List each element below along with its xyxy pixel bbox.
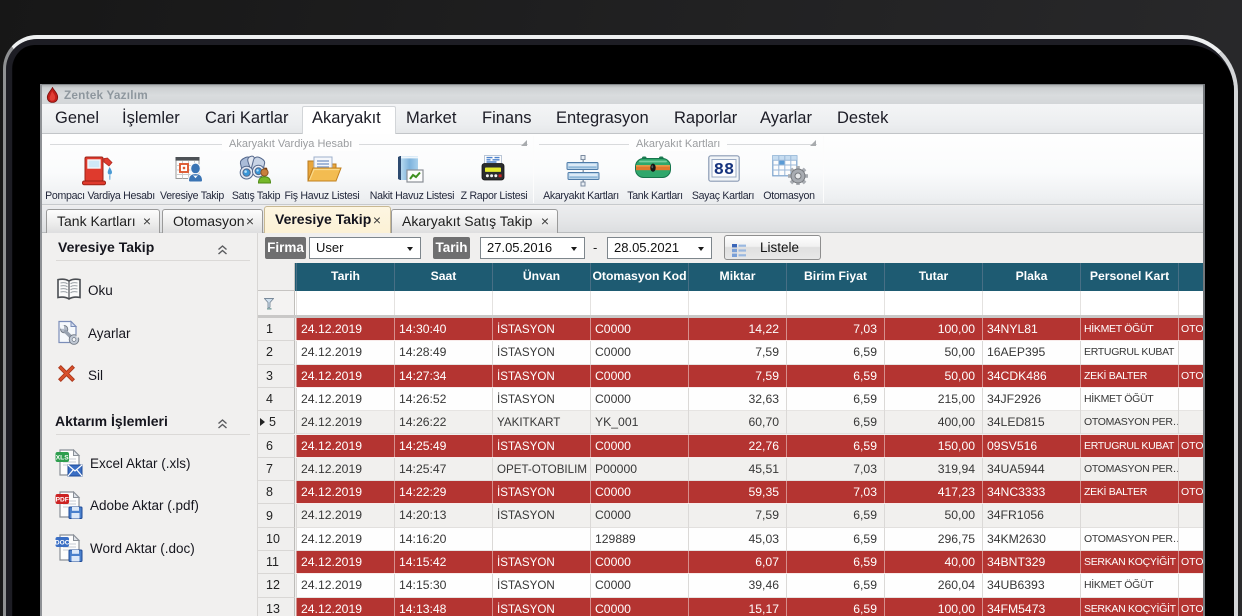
svg-text:XLS: XLS [56,454,69,461]
svg-text:88: 88 [714,161,734,180]
svg-text:DOC: DOC [55,539,70,546]
svg-text:PDF: PDF [56,496,69,503]
